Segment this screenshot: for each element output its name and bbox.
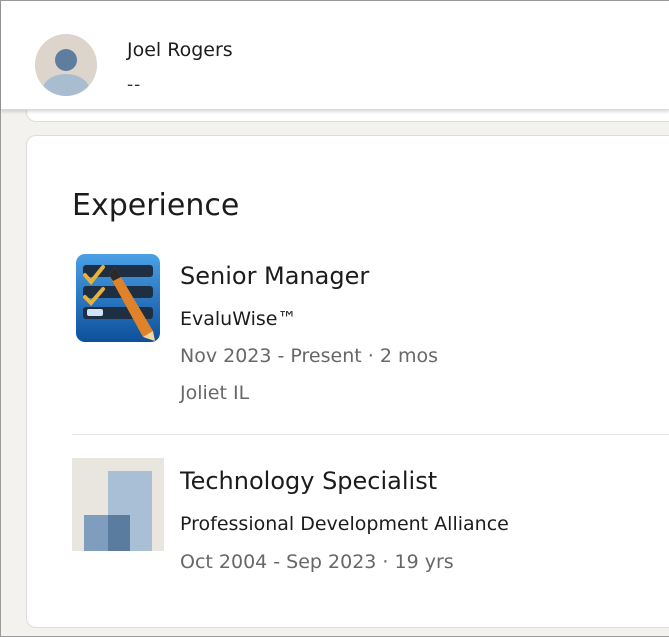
divider <box>72 434 669 435</box>
company-placeholder-logo-icon[interactable] <box>72 458 164 551</box>
profile-sticky-header: Joel Rogers -- <box>1 1 669 110</box>
person-avatar-icon <box>35 34 97 96</box>
experience-title[interactable]: Technology Specialist <box>180 467 437 495</box>
experience-dates: Nov 2023 - Present · 2 mos <box>180 345 438 367</box>
experience-company: Professional Development Alliance <box>180 513 509 535</box>
experience-dates: Oct 2004 - Sep 2023 · 19 yrs <box>180 551 454 573</box>
profile-headline: -- <box>127 75 142 95</box>
experience-title[interactable]: Senior Manager <box>180 262 369 290</box>
experience-location: Joliet IL <box>180 382 250 404</box>
evaluwise-logo-icon[interactable] <box>75 253 161 343</box>
experience-company: EvaluWise™ <box>180 308 297 330</box>
avatar[interactable] <box>35 34 97 96</box>
experience-heading: Experience <box>72 188 240 223</box>
profile-name[interactable]: Joel Rogers <box>127 39 233 61</box>
